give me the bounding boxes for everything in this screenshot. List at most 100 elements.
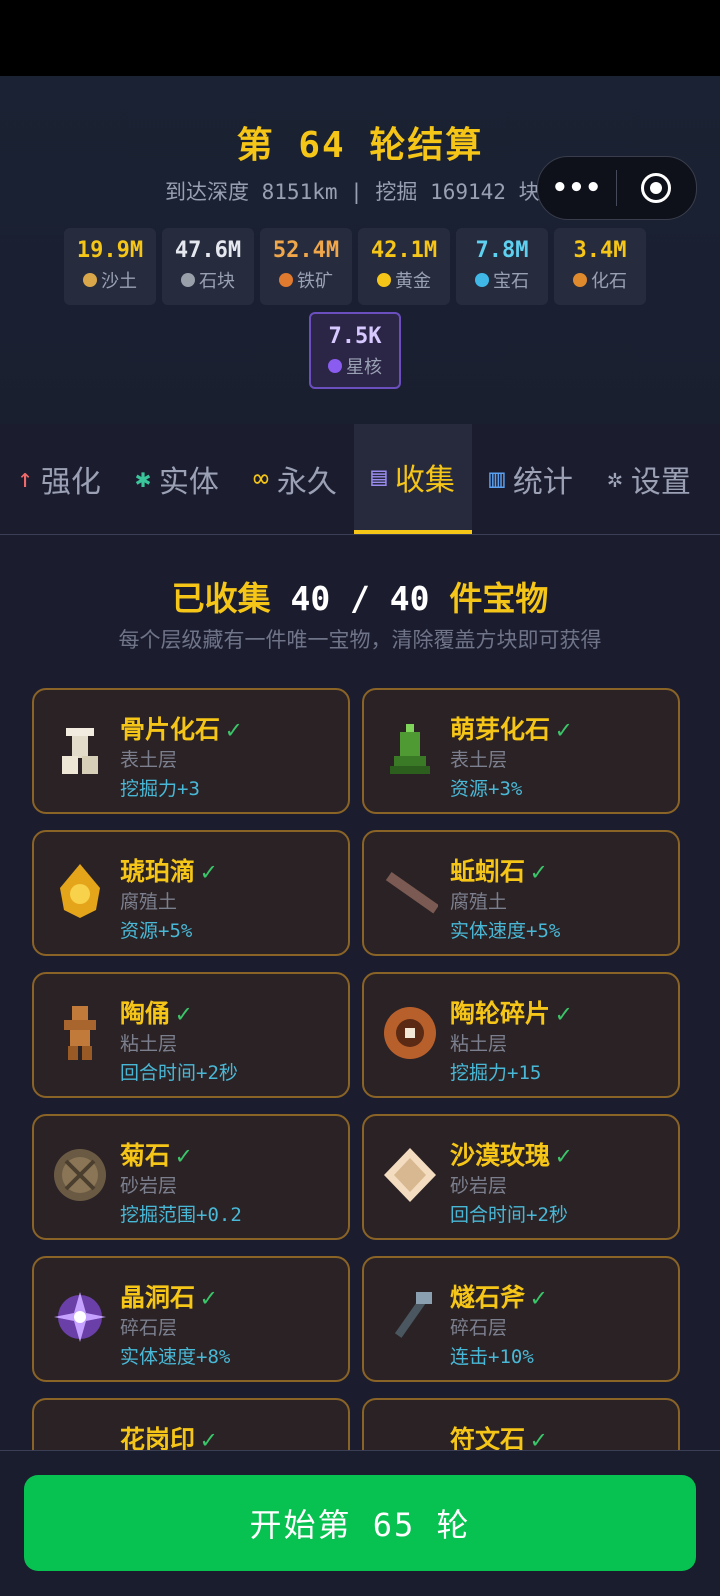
geode-icon <box>52 1286 108 1348</box>
treasure-card[interactable]: 骨片化石 ✓ 表土层 挖掘力+3 <box>32 688 350 814</box>
treasure-card[interactable]: 萌芽化石 ✓ 表土层 资源+3% <box>362 688 680 814</box>
treasure-name: 花岗印 <box>120 1425 196 1450</box>
treasure-card[interactable]: 燧石斧 ✓ 碎石层连击+10% <box>362 1256 680 1382</box>
tab-3[interactable]: ▤ 收集 <box>354 424 472 534</box>
treasure-name-row: 蚯蚓石 ✓ <box>450 852 546 888</box>
treasure-name-row: 晶洞石 ✓ <box>120 1278 216 1314</box>
treasure-name: 陶轮碎片 <box>450 999 551 1028</box>
resource-icon <box>181 273 195 287</box>
treasure-card[interactable]: 陶俑 ✓ 粘土层 回合时间+2秒 <box>32 972 350 1098</box>
flint-axe-icon <box>382 1286 438 1348</box>
resource-label-row: 宝石 <box>456 267 548 293</box>
check-icon: ✓ <box>556 715 572 744</box>
treasure-name-row: 沙漠玫瑰 ✓ <box>450 1136 571 1172</box>
tab-label: 设置 <box>630 465 691 500</box>
target-icon <box>641 173 671 203</box>
treasure-name-row: 萌芽化石 ✓ <box>450 710 571 746</box>
check-icon: ✓ <box>201 857 217 886</box>
treasure-layer: 粘土层 <box>120 1033 178 1055</box>
treasure-name-row: 陶轮碎片 ✓ <box>450 994 571 1030</box>
ammonite-icon <box>52 1144 108 1206</box>
check-icon: ✓ <box>556 999 572 1028</box>
resource-label: 化石 <box>591 271 627 292</box>
treasure-card[interactable]: 琥珀滴 ✓ 腐殖土资源+5% <box>32 830 350 956</box>
worm-stone-icon <box>382 860 440 922</box>
treasure-layer: 表土层 <box>450 749 508 771</box>
treasure-layer: 腐殖土 <box>120 891 178 913</box>
resource-value: 19.9M <box>76 238 144 263</box>
treasure-name-row: 琥珀滴 ✓ <box>120 852 216 888</box>
resource-label: 宝石 <box>493 271 529 292</box>
arrow-up-icon: ↑ <box>17 464 33 494</box>
round-summary-header: 第 64 轮结算 到达深度 8151km | 挖掘 169142 块 ••• 1… <box>0 76 720 425</box>
treasure-grid[interactable]: 骨片化石 ✓ 表土层 挖掘力+3 萌芽化石 ✓ 表土层 资源+3% 琥珀滴 ✓ 腐殖土 资源+5% 蚯蚓… <box>32 688 688 1450</box>
tab-1[interactable]: ✱ 实体 <box>118 424 236 534</box>
resource-label: 铁矿 <box>297 271 333 292</box>
resource-label-row: 沙土 <box>64 267 156 293</box>
treasure-bonus: 连击+10% <box>450 1346 534 1368</box>
treasure-name-row: 骨片化石 ✓ <box>120 710 241 746</box>
treasure-layer: 碎石层 <box>120 1317 178 1339</box>
tab-4[interactable]: ▥ 统计 <box>472 424 590 534</box>
sprout-fossil-icon <box>382 718 438 780</box>
resource-1: 47.6M 石块 <box>162 228 254 305</box>
collection-title-prefix: 已收集 <box>171 579 291 618</box>
check-icon: ✓ <box>531 857 547 886</box>
collection-subtitle: 每个层级藏有一件唯一宝物，清除覆盖方块即可获得 <box>118 628 602 652</box>
tab-label: 强化 <box>40 465 101 500</box>
tab-0[interactable]: ↑ 强化 <box>0 424 118 534</box>
resource-icon <box>279 273 293 287</box>
depth-summary: 到达深度 8151km | 挖掘 169142 块 <box>165 180 540 204</box>
treasure-card[interactable]: 花岗印 ✓ <box>32 1398 350 1450</box>
treasure-bonus: 挖掘范围+0.2 <box>120 1204 242 1226</box>
treasure-name-row: 菊石 ✓ <box>120 1136 191 1172</box>
resource-3: 42.1M 黄金 <box>358 228 450 305</box>
resource-0: 19.9M 沙土 <box>64 228 156 305</box>
treasure-name: 琥珀滴 <box>120 857 196 886</box>
treasure-layer: 碎石层 <box>450 1317 508 1339</box>
treasure-card[interactable]: 蚯蚓石 ✓ 腐殖土实体速度+5% <box>362 830 680 956</box>
treasure-name: 菊石 <box>120 1141 171 1170</box>
treasure-name: 晶洞石 <box>120 1283 196 1312</box>
start-next-round-button[interactable]: 开始第 65 轮 <box>24 1475 696 1571</box>
more-button[interactable]: ••• <box>538 173 616 203</box>
treasure-name: 沙漠玫瑰 <box>450 1141 551 1170</box>
treasure-bonus: 挖掘力+3 <box>120 778 200 800</box>
treasure-bonus: 回合时间+2秒 <box>450 1204 568 1226</box>
gear-green-icon: ✱ <box>135 464 151 494</box>
treasure-bonus: 实体速度+5% <box>450 920 561 942</box>
tab-2[interactable]: ∞ 永久 <box>236 424 354 534</box>
check-icon: ✓ <box>201 1283 217 1312</box>
resource-label: 星核 <box>346 357 382 378</box>
treasure-name-row: 燧石斧 ✓ <box>450 1278 546 1314</box>
resource-label-row: 星核 <box>311 353 399 379</box>
bone-fossil-icon <box>52 718 108 780</box>
resource-icon <box>573 273 587 287</box>
resource-label: 黄金 <box>395 271 431 292</box>
treasure-bonus: 资源+5% <box>120 920 193 942</box>
resource-4: 7.8M 宝石 <box>456 228 548 305</box>
resource-label-row: 化石 <box>554 267 646 293</box>
pottery-wheel-icon <box>382 1002 438 1064</box>
resource-6: 7.5K 星核 <box>309 312 401 389</box>
tab-5[interactable]: ✲ 设置 <box>590 424 708 534</box>
treasure-name: 燧石斧 <box>450 1283 526 1312</box>
status-bar <box>0 0 720 76</box>
treasure-layer: 腐殖土 <box>450 891 508 913</box>
treasure-bonus: 挖掘力+15 <box>450 1062 542 1084</box>
resource-2: 52.4M 铁矿 <box>260 228 352 305</box>
clay-figure-icon <box>52 1002 108 1064</box>
treasure-card[interactable]: 沙漠玫瑰 ✓ 砂岩层 回合时间+2秒 <box>362 1114 680 1240</box>
infinity-icon: ∞ <box>253 464 269 494</box>
treasure-card[interactable]: 陶轮碎片 ✓ 粘土层 挖掘力+15 <box>362 972 680 1098</box>
treasure-bonus: 实体速度+8% <box>120 1346 231 1368</box>
treasure-card[interactable]: 菊石 ✓ 砂岩层 挖掘范围+0.2 <box>32 1114 350 1240</box>
rune-stone-icon <box>382 1428 438 1450</box>
treasure-name-row: 符文石 ✓ <box>450 1420 546 1450</box>
treasure-name: 陶俑 <box>120 999 171 1028</box>
treasure-card[interactable]: 符文石 ✓ <box>362 1398 680 1450</box>
treasure-card[interactable]: 晶洞石 ✓ 碎石层实体速度+8% <box>32 1256 350 1382</box>
close-button[interactable] <box>617 173 695 203</box>
treasure-name: 骨片化石 <box>120 715 221 744</box>
resource-label-row: 铁矿 <box>260 267 352 293</box>
